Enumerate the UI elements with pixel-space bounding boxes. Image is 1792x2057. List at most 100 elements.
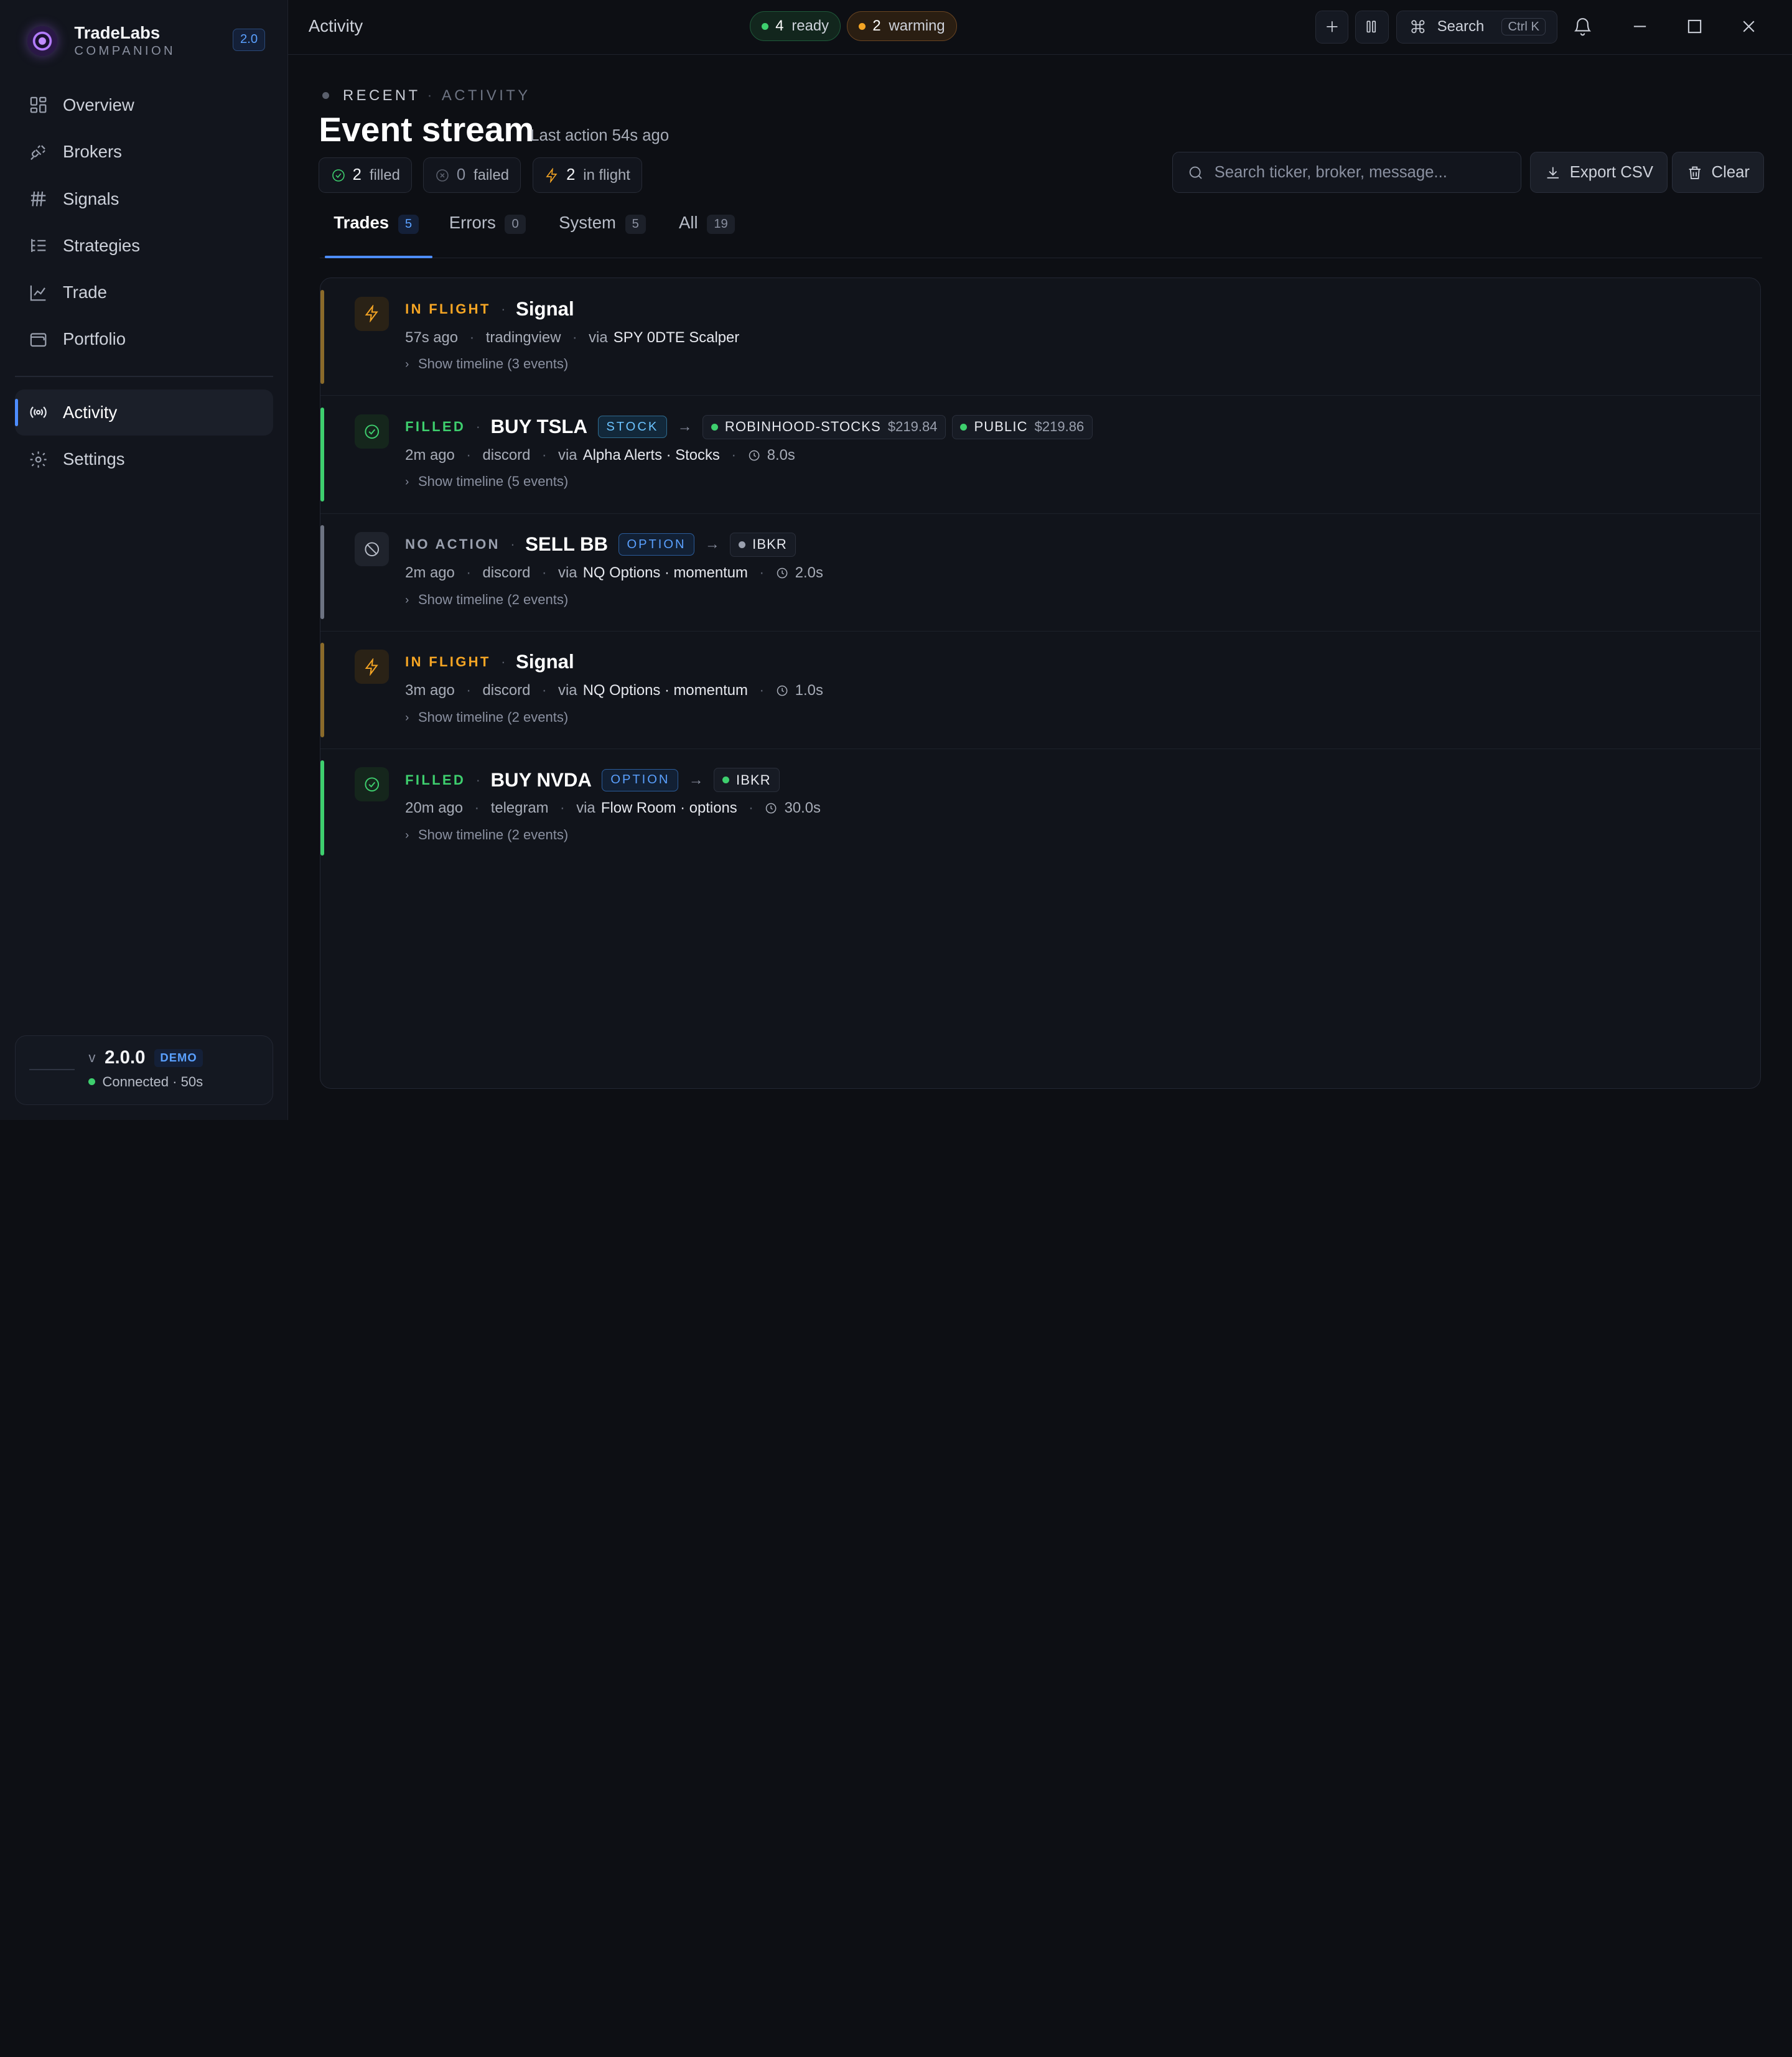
export-csv-button[interactable]: Export CSV bbox=[1530, 152, 1668, 194]
tab-errors[interactable]: Errors 0 bbox=[436, 213, 539, 258]
search-input[interactable] bbox=[1214, 163, 1500, 182]
broker-status-dot-icon bbox=[711, 423, 718, 431]
event-meta: 20m ago · telegram · via Flow Room · opt… bbox=[405, 798, 821, 819]
trash-icon bbox=[1689, 166, 1701, 179]
event-row[interactable]: FILLED · BUY NVDA OPTION → IBKR 20m ago … bbox=[320, 749, 1760, 867]
event-strategy: NQ Options · momentum bbox=[582, 564, 748, 582]
via-prefix: via bbox=[576, 800, 595, 817]
lightning-icon bbox=[365, 658, 378, 676]
search-field[interactable] bbox=[1172, 152, 1521, 194]
status-sparkline bbox=[29, 1069, 75, 1071]
plug-icon bbox=[30, 145, 45, 160]
ready-status-pill[interactable]: 4 ready bbox=[749, 11, 841, 42]
sidebar-item-label: Signals bbox=[63, 189, 119, 208]
sidebar-item-strategies[interactable]: Strategies bbox=[15, 223, 273, 268]
grid-icon bbox=[30, 97, 47, 113]
chevron-right-icon: › bbox=[405, 710, 409, 724]
connection-status: Connected · 50s bbox=[88, 1074, 203, 1090]
show-timeline-toggle[interactable]: › Show timeline (3 events) bbox=[405, 356, 568, 372]
separator: · bbox=[559, 800, 565, 817]
breadcrumb-dot-icon bbox=[322, 92, 329, 100]
close-button[interactable] bbox=[1738, 16, 1759, 37]
event-title: Signal bbox=[516, 651, 574, 673]
event-strategy: Flow Room · options bbox=[600, 800, 737, 817]
app-window: TradeLabs COMPANION 2.0 Overview Brokers… bbox=[0, 0, 1792, 1120]
sidebar-item-trade[interactable]: Trade bbox=[15, 269, 273, 315]
event-time: 57s ago bbox=[405, 329, 459, 346]
check-circle-icon bbox=[365, 424, 380, 439]
arrow-right-icon: → bbox=[688, 771, 704, 788]
maximize-button[interactable] bbox=[1684, 16, 1705, 37]
sidebar: TradeLabs COMPANION 2.0 Overview Brokers… bbox=[0, 0, 288, 1120]
tab-all[interactable]: All 19 bbox=[665, 213, 749, 258]
inflight-count-chip[interactable]: 2 in flight bbox=[532, 157, 643, 194]
clear-button[interactable]: Clear bbox=[1672, 152, 1764, 194]
via-prefix: via bbox=[558, 446, 577, 464]
event-row[interactable]: IN FLIGHT · Signal 57s ago · tradingview… bbox=[320, 278, 1761, 396]
separator: · bbox=[510, 536, 515, 553]
sidebar-item-label: Trade bbox=[63, 282, 107, 302]
sidebar-item-label: Overview bbox=[63, 95, 134, 114]
command-search-button[interactable]: Search Ctrl K bbox=[1396, 10, 1558, 44]
close-icon bbox=[1743, 21, 1755, 32]
sidebar-item-brokers[interactable]: Brokers bbox=[15, 129, 273, 175]
page-title: Event stream bbox=[319, 110, 534, 149]
sidebar-item-signals[interactable]: Signals bbox=[15, 176, 273, 222]
event-row[interactable]: NO ACTION · SELL BB OPTION → IBKR 2m ago… bbox=[320, 514, 1761, 632]
event-title: BUY NVDA bbox=[490, 768, 592, 791]
clock-icon bbox=[777, 567, 787, 579]
show-timeline-toggle[interactable]: › Show timeline (5 events) bbox=[405, 473, 568, 490]
inflight-count: 2 bbox=[566, 166, 576, 184]
gear-icon bbox=[30, 451, 47, 468]
sidebar-item-settings[interactable]: Settings bbox=[15, 437, 273, 482]
add-button[interactable] bbox=[1315, 10, 1349, 44]
show-timeline-toggle[interactable]: › Show timeline (2 events) bbox=[405, 827, 568, 843]
sidebar-item-portfolio[interactable]: Portfolio bbox=[15, 317, 273, 362]
sidebar-item-overview[interactable]: Overview bbox=[15, 82, 273, 128]
chevron-right-icon: › bbox=[405, 357, 409, 371]
separator: · bbox=[501, 301, 506, 317]
broker-chip[interactable]: ROBINHOOD-STOCKS $219.84 bbox=[702, 414, 946, 439]
broker-chip[interactable]: IBKR bbox=[714, 768, 780, 793]
show-timeline-toggle[interactable]: › Show timeline (2 events) bbox=[405, 592, 568, 608]
failed-count: 0 bbox=[456, 166, 466, 184]
wallet-icon bbox=[30, 333, 47, 347]
event-title: Signal bbox=[516, 297, 574, 320]
list-tree-icon bbox=[31, 239, 46, 253]
broker-chip[interactable]: PUBLIC $219.86 bbox=[951, 414, 1093, 439]
columns-button[interactable] bbox=[1355, 10, 1389, 44]
lightning-icon bbox=[546, 168, 558, 183]
event-row[interactable]: IN FLIGHT · Signal 3m ago · discord · vi… bbox=[320, 632, 1761, 749]
via-prefix: via bbox=[558, 564, 577, 582]
tab-label: Trades bbox=[334, 212, 390, 232]
event-source: discord bbox=[482, 446, 531, 464]
main-content: Activity 4 ready 2 warming Search Ctrl K bbox=[287, 0, 1792, 1120]
tab-label: System bbox=[559, 212, 616, 232]
event-row[interactable]: FILLED · BUY TSLA STOCK → ROBINHOOD-STOC… bbox=[320, 396, 1761, 514]
notifications-button[interactable] bbox=[1572, 16, 1593, 37]
separator: · bbox=[541, 564, 547, 582]
show-timeline-toggle[interactable]: › Show timeline (2 events) bbox=[405, 709, 568, 725]
filled-count-chip[interactable]: 2 filled bbox=[319, 157, 413, 194]
timeline-label: Show timeline (5 events) bbox=[418, 473, 569, 490]
signal-icon bbox=[30, 191, 46, 207]
status-accent-bar bbox=[320, 643, 324, 737]
event-header: IN FLIGHT · Signal bbox=[405, 648, 574, 676]
failed-count-chip[interactable]: 0 failed bbox=[422, 157, 521, 194]
brand-subtitle: COMPANION bbox=[74, 44, 176, 58]
export-label: Export CSV bbox=[1569, 163, 1654, 181]
minimize-button[interactable] bbox=[1630, 16, 1650, 37]
broker-price: $219.86 bbox=[1034, 419, 1085, 435]
sidebar-item-activity[interactable]: Activity bbox=[14, 389, 273, 436]
event-status: FILLED bbox=[405, 772, 466, 788]
warming-dot-icon bbox=[859, 22, 866, 30]
brand[interactable]: TradeLabs COMPANION 2.0 bbox=[27, 23, 268, 60]
arrow-right-icon: → bbox=[677, 418, 693, 436]
broker-chip[interactable]: IBKR bbox=[730, 532, 796, 557]
tab-trades[interactable]: Trades 5 bbox=[320, 212, 433, 259]
app-status-card: v 2.0.0 DEMO Connected · 50s bbox=[14, 1035, 273, 1106]
tab-system[interactable]: System 5 bbox=[545, 213, 660, 258]
clock-icon bbox=[749, 450, 759, 461]
check-circle-icon bbox=[332, 169, 345, 182]
warming-status-pill[interactable]: 2 warming bbox=[847, 11, 958, 42]
